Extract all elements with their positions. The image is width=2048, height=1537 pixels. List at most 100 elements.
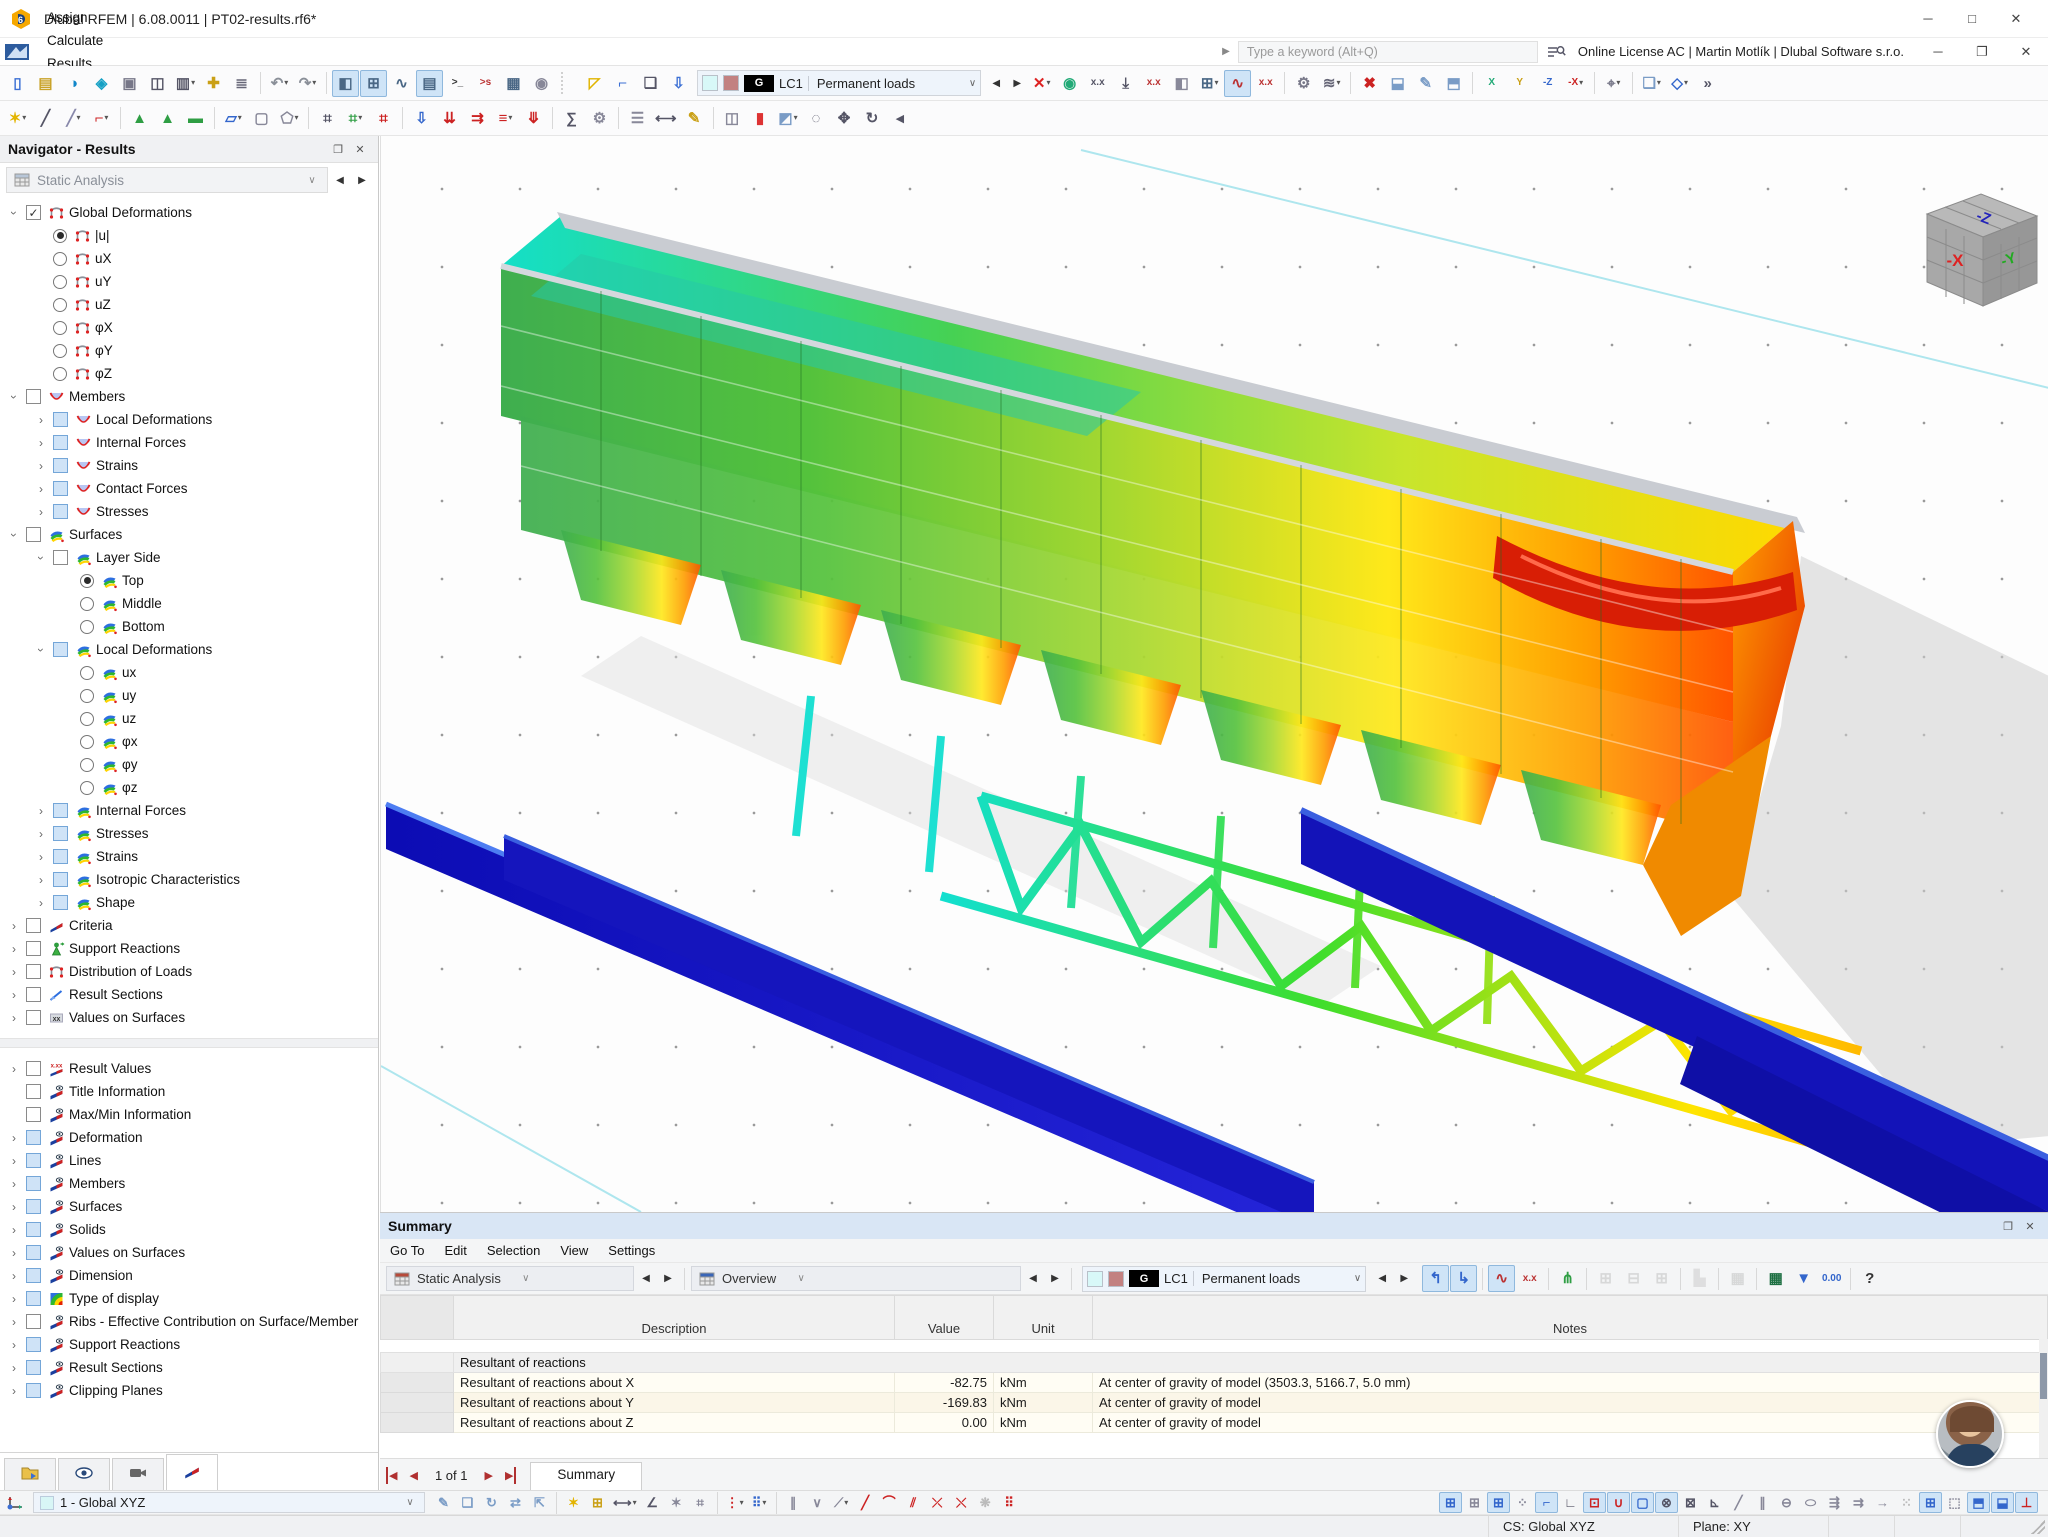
next-load-case-button[interactable]: ▶: [1007, 71, 1027, 95]
snap-grid-visible-icon[interactable]: ⊞: [1487, 1492, 1510, 1513]
tree-item-values-on-surfaces[interactable]: › Values on Surfaces: [0, 1241, 378, 1264]
tree-item-surfaces[interactable]: › Surfaces: [0, 523, 378, 546]
tree-radio[interactable]: [80, 573, 94, 588]
tree-chevron-icon[interactable]: ›: [6, 1384, 22, 1398]
summary-menu-go-to[interactable]: Go To: [380, 1240, 434, 1261]
tree-item-shape[interactable]: › Shape: [0, 891, 378, 914]
tab-display[interactable]: [58, 1458, 110, 1490]
tree-radio[interactable]: [53, 320, 67, 335]
tree-item-values-on-surfaces[interactable]: › xx Values on Surfaces: [0, 1006, 378, 1029]
tree-item-internal-forces[interactable]: › Internal Forces: [0, 799, 378, 822]
free-load-icon[interactable]: ⤋: [520, 105, 547, 132]
color-scale-icon[interactable]: ▮: [747, 105, 774, 132]
tree-checkbox[interactable]: [26, 1061, 41, 1076]
new-printout-report-icon[interactable]: ✚: [200, 70, 227, 97]
coordinate-system-icon[interactable]: [4, 1493, 26, 1513]
summary-tab[interactable]: Summary: [530, 1462, 643, 1490]
tree-chevron-icon[interactable]: ›: [33, 827, 49, 841]
tree-item-dimension[interactable]: › Dimension: [0, 1264, 378, 1287]
pan-view-icon[interactable]: ✥: [831, 105, 858, 132]
insert-surface-icon[interactable]: ▱ ▾: [220, 105, 247, 132]
tree-item-members[interactable]: › Members: [0, 385, 378, 408]
tree-item-z[interactable]: φz: [0, 776, 378, 799]
maximize-button[interactable]: □: [1950, 4, 1994, 34]
ellipse-snap-icon[interactable]: ⬭: [1799, 1492, 1822, 1513]
mdi-close-button[interactable]: ✕: [2004, 37, 2048, 67]
tree-item-bottom[interactable]: Bottom: [0, 615, 378, 638]
summary-load-case-select[interactable]: G LC1 Permanent loads ∨: [1082, 1265, 1367, 1292]
new-line-icon[interactable]: ╱: [854, 1492, 877, 1513]
tree-radio[interactable]: [80, 619, 94, 634]
tree-chevron-icon[interactable]: ›: [34, 642, 48, 658]
tree-item-result-sections[interactable]: › Result Sections: [0, 983, 378, 1006]
menu-assign[interactable]: Assign: [36, 6, 115, 29]
tree-checkbox[interactable]: [53, 849, 68, 864]
nodal-load-icon[interactable]: ⇊: [436, 105, 463, 132]
view-y-icon[interactable]: Y: [1506, 70, 1533, 97]
new-parallel-icon[interactable]: ⫽: [902, 1492, 925, 1513]
analysis-type-select[interactable]: Static Analysis ∨: [6, 167, 328, 193]
coordinate-system-select[interactable]: 1 - Global XYZ ∨: [33, 1492, 425, 1513]
printout-report-icon[interactable]: ≣: [228, 70, 255, 97]
table-row[interactable]: Resultant of reactions about Z 0.00 kNm At …: [380, 1412, 2048, 1433]
cancel-zoom-icon[interactable]: ✖: [1356, 70, 1383, 97]
col-description[interactable]: Description: [453, 1295, 895, 1340]
tree-checkbox[interactable]: [26, 1268, 41, 1283]
line-grid-icon[interactable]: ☰: [624, 105, 651, 132]
insert-member-icon[interactable]: ╱ ▾: [60, 105, 87, 132]
tree-item-solids[interactable]: › Solids: [0, 1218, 378, 1241]
snap-guideline-icon[interactable]: ✶: [665, 1492, 688, 1513]
tree-radio[interactable]: [80, 665, 94, 680]
previous-page-button[interactable]: ◀: [404, 1467, 422, 1484]
result-diagram-sync-icon[interactable]: ∿: [1488, 1265, 1516, 1292]
toolbar-overflow-icon[interactable]: »: [1694, 70, 1721, 97]
minimize-button[interactable]: ─: [1906, 4, 1950, 34]
undo-icon[interactable]: ↶ ▾: [266, 70, 293, 97]
edit-view-icon[interactable]: ✎: [1412, 70, 1439, 97]
tree-checkbox[interactable]: [26, 1176, 41, 1191]
tree-item-members[interactable]: › Members: [0, 1172, 378, 1195]
render-mode-icon[interactable]: ◩ ▾: [775, 105, 802, 132]
tree-checkbox[interactable]: [53, 412, 68, 427]
new-arc-icon[interactable]: ⌒: [878, 1492, 901, 1513]
view-z-icon[interactable]: -Z: [1534, 70, 1561, 97]
snap-guides-visible-icon[interactable]: ⌐: [1535, 1492, 1558, 1513]
save-icon[interactable]: ◫: [144, 70, 171, 97]
result-grid-icon[interactable]: ⊞ ▾: [1196, 70, 1223, 97]
tree-chevron-icon[interactable]: ›: [6, 1361, 22, 1375]
jump-back-icon[interactable]: ↰: [1422, 1265, 1450, 1292]
row-handle[interactable]: [380, 1392, 454, 1413]
move-object-icon[interactable]: ❏: [456, 1492, 479, 1513]
calculation-settings-icon[interactable]: ⚙: [586, 105, 613, 132]
col-unit[interactable]: Unit: [993, 1295, 1093, 1340]
summary-prev-view-button[interactable]: ◀: [1023, 1267, 1043, 1291]
results-navigator-icon[interactable]: ▤: [416, 69, 443, 97]
tree-chevron-icon[interactable]: ›: [6, 1011, 22, 1025]
result-values-icon[interactable]: x.x: [1140, 70, 1167, 97]
tab-views[interactable]: [112, 1458, 164, 1490]
tree-radio[interactable]: [80, 734, 94, 749]
snap-grid-new-icon[interactable]: ⊞: [1463, 1492, 1486, 1513]
tree-checkbox[interactable]: [53, 895, 68, 910]
summary-prev-analysis-button[interactable]: ◀: [636, 1267, 656, 1291]
cell-notes[interactable]: At center of gravity of model: [1092, 1392, 2048, 1413]
tree-item-u[interactable]: |u|: [0, 224, 378, 247]
open-file-icon[interactable]: ▤: [32, 70, 59, 97]
tree-checkbox[interactable]: [26, 527, 41, 542]
tree-chevron-icon[interactable]: ›: [6, 1292, 22, 1306]
tree-item-local-deformations[interactable]: › Local Deformations: [0, 638, 378, 661]
tree-checkbox[interactable]: [26, 1199, 41, 1214]
tree-radio[interactable]: [80, 596, 94, 611]
surface-load-icon[interactable]: ≡ ▾: [492, 105, 519, 132]
search-icon[interactable]: [1546, 44, 1566, 60]
tree-radio[interactable]: [80, 711, 94, 726]
tree-checkbox[interactable]: [26, 964, 41, 979]
tree-checkbox[interactable]: [26, 1130, 41, 1145]
tree-item-surfaces[interactable]: › Surfaces: [0, 1195, 378, 1218]
filter-table-icon[interactable]: ▼: [1790, 1265, 1817, 1292]
tree-checkbox[interactable]: [26, 1383, 41, 1398]
mirror-object-icon[interactable]: ⇄: [504, 1492, 527, 1513]
refine-mesh-icon[interactable]: ⌗: [370, 105, 397, 132]
tree-checkbox[interactable]: [53, 458, 68, 473]
snap-intersection-icon[interactable]: ⌗: [689, 1492, 712, 1513]
